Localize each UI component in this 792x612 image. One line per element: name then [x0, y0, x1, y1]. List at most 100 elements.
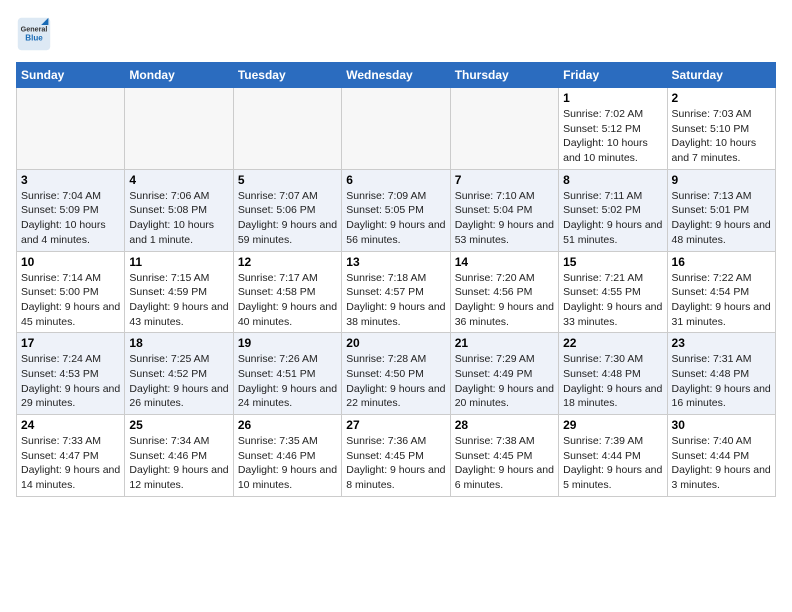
weekday-header: Wednesday	[342, 63, 450, 88]
calendar-day-cell: 7 Sunrise: 7:10 AM Sunset: 5:04 PM Daylig…	[450, 169, 558, 251]
svg-text:General: General	[21, 24, 48, 33]
day-number: 30	[672, 418, 771, 432]
day-info: Sunrise: 7:26 AM Sunset: 4:51 PM Dayligh…	[238, 352, 337, 411]
day-number: 6	[346, 173, 445, 187]
day-info: Sunrise: 7:35 AM Sunset: 4:46 PM Dayligh…	[238, 434, 337, 493]
calendar-table: SundayMondayTuesdayWednesdayThursdayFrid…	[16, 62, 776, 497]
calendar-day-cell: 17 Sunrise: 7:24 AM Sunset: 4:53 PM Dayli…	[17, 333, 125, 415]
calendar-day-cell: 5Sunrise: 7:07 AM Sunset: 5:06 PM Daylig…	[233, 169, 341, 251]
day-number: 17	[21, 336, 120, 350]
calendar-day-cell: 8Sunrise: 7:11 AM Sunset: 5:02 PM Daylig…	[559, 169, 667, 251]
calendar-week-row: 1 Sunrise: 7:02 AM Sunset: 5:12 PM Daylig…	[17, 88, 776, 170]
day-info: Sunrise: 7:25 AM Sunset: 4:52 PM Dayligh…	[129, 352, 228, 411]
page-header: General Blue	[16, 16, 776, 52]
day-info: Sunrise: 7:29 AM Sunset: 4:49 PM Dayligh…	[455, 352, 554, 411]
day-info: Sunrise: 7:21 AM Sunset: 4:55 PM Dayligh…	[563, 271, 662, 330]
logo: General Blue	[16, 16, 56, 52]
day-number: 24	[21, 418, 120, 432]
day-number: 19	[238, 336, 337, 350]
calendar-day-cell	[125, 88, 233, 170]
day-info: Sunrise: 7:30 AM Sunset: 4:48 PM Dayligh…	[563, 352, 662, 411]
weekday-header: Saturday	[667, 63, 775, 88]
logo-icon: General Blue	[16, 16, 52, 52]
calendar-day-cell: 29 Sunrise: 7:39 AM Sunset: 4:44 PM Dayli…	[559, 415, 667, 497]
day-number: 13	[346, 255, 445, 269]
calendar-day-cell: 22 Sunrise: 7:30 AM Sunset: 4:48 PM Dayli…	[559, 333, 667, 415]
weekday-header: Monday	[125, 63, 233, 88]
day-info: Sunrise: 7:39 AM Sunset: 4:44 PM Dayligh…	[563, 434, 662, 493]
day-info: Sunrise: 7:20 AM Sunset: 4:56 PM Dayligh…	[455, 271, 554, 330]
calendar-day-cell: 15 Sunrise: 7:21 AM Sunset: 4:55 PM Dayli…	[559, 251, 667, 333]
day-number: 8	[563, 173, 662, 187]
svg-text:Blue: Blue	[25, 33, 43, 42]
day-number: 27	[346, 418, 445, 432]
day-number: 9	[672, 173, 771, 187]
calendar-day-cell: 24 Sunrise: 7:33 AM Sunset: 4:47 PM Dayli…	[17, 415, 125, 497]
calendar-day-cell: 3 Sunrise: 7:04 AM Sunset: 5:09 PM Daylig…	[17, 169, 125, 251]
day-number: 22	[563, 336, 662, 350]
calendar-week-row: 3 Sunrise: 7:04 AM Sunset: 5:09 PM Daylig…	[17, 169, 776, 251]
calendar-day-cell: 2 Sunrise: 7:03 AM Sunset: 5:10 PM Daylig…	[667, 88, 775, 170]
day-number: 14	[455, 255, 554, 269]
day-info: Sunrise: 7:02 AM Sunset: 5:12 PM Dayligh…	[563, 107, 662, 166]
day-info: Sunrise: 7:17 AM Sunset: 4:58 PM Dayligh…	[238, 271, 337, 330]
calendar-day-cell: 20Sunrise: 7:28 AM Sunset: 4:50 PM Dayli…	[342, 333, 450, 415]
day-number: 2	[672, 91, 771, 105]
day-number: 1	[563, 91, 662, 105]
weekday-header: Friday	[559, 63, 667, 88]
calendar-day-cell: 10 Sunrise: 7:14 AM Sunset: 5:00 PM Dayli…	[17, 251, 125, 333]
day-number: 23	[672, 336, 771, 350]
calendar-day-cell	[342, 88, 450, 170]
day-number: 7	[455, 173, 554, 187]
day-number: 3	[21, 173, 120, 187]
calendar-day-cell: 14 Sunrise: 7:20 AM Sunset: 4:56 PM Dayli…	[450, 251, 558, 333]
calendar-day-cell	[17, 88, 125, 170]
day-number: 10	[21, 255, 120, 269]
calendar-day-cell: 25 Sunrise: 7:34 AM Sunset: 4:46 PM Dayli…	[125, 415, 233, 497]
day-info: Sunrise: 7:03 AM Sunset: 5:10 PM Dayligh…	[672, 107, 771, 166]
calendar-day-cell: 18 Sunrise: 7:25 AM Sunset: 4:52 PM Dayli…	[125, 333, 233, 415]
day-number: 16	[672, 255, 771, 269]
calendar-day-cell	[233, 88, 341, 170]
day-info: Sunrise: 7:10 AM Sunset: 5:04 PM Dayligh…	[455, 189, 554, 248]
calendar-day-cell: 9 Sunrise: 7:13 AM Sunset: 5:01 PM Daylig…	[667, 169, 775, 251]
day-info: Sunrise: 7:04 AM Sunset: 5:09 PM Dayligh…	[21, 189, 120, 248]
calendar-day-cell	[450, 88, 558, 170]
day-number: 12	[238, 255, 337, 269]
day-number: 4	[129, 173, 228, 187]
day-info: Sunrise: 7:06 AM Sunset: 5:08 PM Dayligh…	[129, 189, 228, 248]
day-number: 28	[455, 418, 554, 432]
day-info: Sunrise: 7:18 AM Sunset: 4:57 PM Dayligh…	[346, 271, 445, 330]
calendar-week-row: 17 Sunrise: 7:24 AM Sunset: 4:53 PM Dayli…	[17, 333, 776, 415]
day-number: 18	[129, 336, 228, 350]
day-info: Sunrise: 7:24 AM Sunset: 4:53 PM Dayligh…	[21, 352, 120, 411]
day-number: 5	[238, 173, 337, 187]
calendar-day-cell: 4 Sunrise: 7:06 AM Sunset: 5:08 PM Daylig…	[125, 169, 233, 251]
calendar-day-cell: 12 Sunrise: 7:17 AM Sunset: 4:58 PM Dayli…	[233, 251, 341, 333]
day-info: Sunrise: 7:36 AM Sunset: 4:45 PM Dayligh…	[346, 434, 445, 493]
day-number: 26	[238, 418, 337, 432]
day-info: Sunrise: 7:13 AM Sunset: 5:01 PM Dayligh…	[672, 189, 771, 248]
calendar-day-cell: 23Sunrise: 7:31 AM Sunset: 4:48 PM Dayli…	[667, 333, 775, 415]
calendar-day-cell: 28Sunrise: 7:38 AM Sunset: 4:45 PM Dayli…	[450, 415, 558, 497]
day-number: 21	[455, 336, 554, 350]
day-number: 20	[346, 336, 445, 350]
day-number: 11	[129, 255, 228, 269]
calendar-week-row: 10 Sunrise: 7:14 AM Sunset: 5:00 PM Dayli…	[17, 251, 776, 333]
day-info: Sunrise: 7:14 AM Sunset: 5:00 PM Dayligh…	[21, 271, 120, 330]
calendar-day-cell: 19 Sunrise: 7:26 AM Sunset: 4:51 PM Dayli…	[233, 333, 341, 415]
day-number: 15	[563, 255, 662, 269]
calendar-day-cell: 16Sunrise: 7:22 AM Sunset: 4:54 PM Dayli…	[667, 251, 775, 333]
day-number: 25	[129, 418, 228, 432]
day-info: Sunrise: 7:40 AM Sunset: 4:44 PM Dayligh…	[672, 434, 771, 493]
calendar-day-cell: 1 Sunrise: 7:02 AM Sunset: 5:12 PM Daylig…	[559, 88, 667, 170]
calendar-day-cell: 6Sunrise: 7:09 AM Sunset: 5:05 PM Daylig…	[342, 169, 450, 251]
day-number: 29	[563, 418, 662, 432]
weekday-header: Sunday	[17, 63, 125, 88]
calendar-day-cell: 30 Sunrise: 7:40 AM Sunset: 4:44 PM Dayli…	[667, 415, 775, 497]
weekday-header: Thursday	[450, 63, 558, 88]
calendar-day-cell: 27 Sunrise: 7:36 AM Sunset: 4:45 PM Dayli…	[342, 415, 450, 497]
day-info: Sunrise: 7:34 AM Sunset: 4:46 PM Dayligh…	[129, 434, 228, 493]
calendar-day-cell: 11Sunrise: 7:15 AM Sunset: 4:59 PM Dayli…	[125, 251, 233, 333]
day-info: Sunrise: 7:33 AM Sunset: 4:47 PM Dayligh…	[21, 434, 120, 493]
